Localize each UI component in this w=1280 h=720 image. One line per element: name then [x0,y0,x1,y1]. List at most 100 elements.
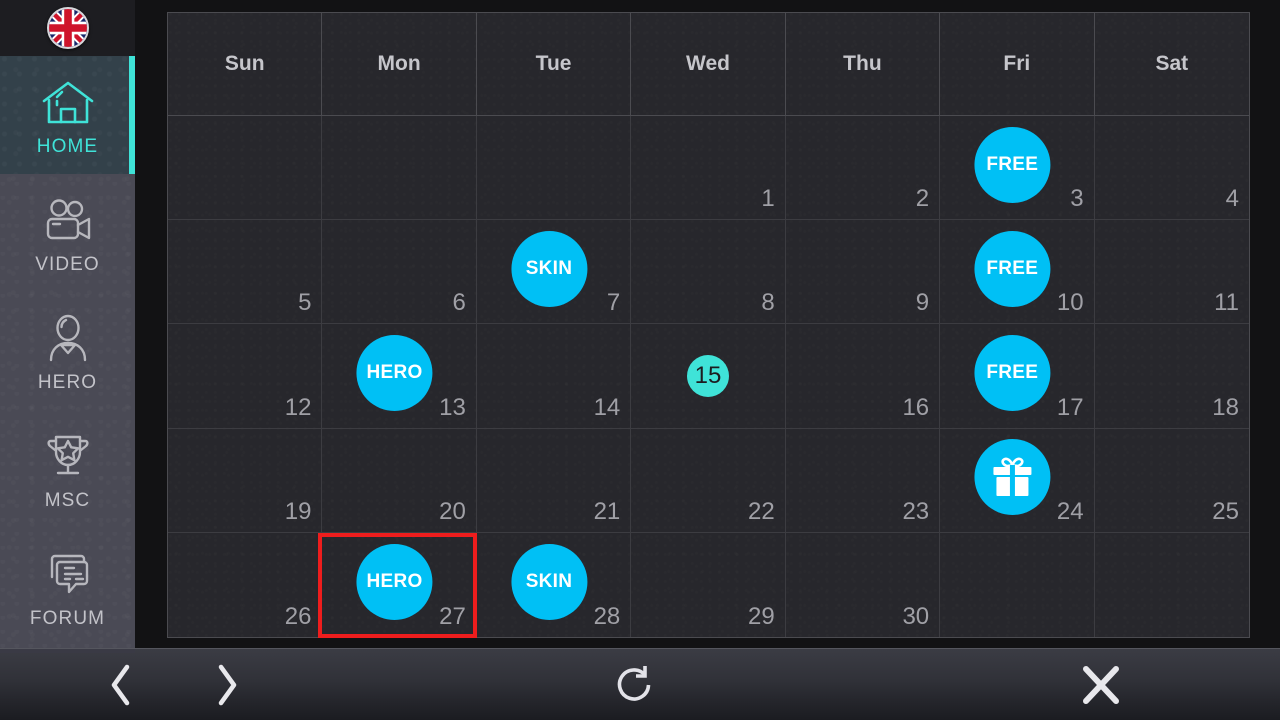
chevron-left-icon [104,662,138,708]
day-of-week-header: Mon [322,13,477,116]
trophy-icon [40,426,96,488]
sidebar-item-home[interactable]: HOME [0,56,135,174]
sidebar: HOME VIDEO HERO MSC FORUM [0,0,135,648]
calendar-day-cell[interactable]: HERO 27 [322,532,477,637]
sidebar-header [0,0,135,56]
sidebar-item-label: MSC [44,490,91,511]
calendar-day-cell[interactable]: 29 [631,532,786,637]
calendar-day-cell[interactable]: 11 [1094,220,1249,325]
sidebar-item-label: VIDEO [35,254,100,275]
home-icon [40,72,96,134]
calendar-day-cell[interactable]: 21 [476,428,632,533]
day-of-week-header: Tue [476,13,632,116]
day-number: 17 [1056,393,1084,421]
refresh-button[interactable] [605,649,667,720]
calendar-day-cell[interactable]: 20 [322,428,477,533]
calendar-day-cell[interactable]: 1 [631,116,786,221]
video-camera-icon [40,190,96,252]
day-number: 6 [452,289,466,317]
sidebar-item-msc[interactable]: MSC [0,410,135,528]
calendar-day-cell[interactable]: 22 [631,428,786,533]
day-number: 8 [761,289,775,317]
calendar-day-cell[interactable] [940,532,1095,637]
calendar-day-cell[interactable]: 26 [168,532,323,637]
calendar-day-cell[interactable]: FREE 3 [940,116,1095,221]
bottom-toolbar [0,648,1280,720]
app-root: HOME VIDEO HERO MSC FORUM Sun Mon Tue We… [0,0,1280,720]
day-number: 29 [748,602,775,630]
day-number: 1 [761,185,775,213]
calendar-day-cell[interactable]: 30 [786,532,941,637]
calendar-day-cell[interactable]: 14 [476,324,632,429]
sidebar-item-video[interactable]: VIDEO [0,174,135,292]
united-kingdom-flag-icon[interactable] [46,7,89,49]
calendar-day-cell[interactable]: 25 [1094,429,1249,533]
day-number: 20 [439,497,466,525]
calendar-day-cell[interactable]: 9 [785,220,941,325]
sidebar-item-hero[interactable]: HERO [0,292,135,410]
calendar-day-cell[interactable] [322,116,477,221]
calendar-day-cell[interactable] [1095,533,1249,637]
calendar-day-cell[interactable]: 24 [940,428,1095,533]
calendar-day-cell[interactable] [476,116,632,221]
active-indicator [129,56,135,174]
calendar-day-cell[interactable]: 15 [631,324,786,429]
day-number: 18 [1212,393,1239,421]
day-of-week-header: Thu [785,13,941,116]
calendar-day-cell[interactable]: 16 [785,324,941,429]
forward-button[interactable] [196,649,258,720]
day-of-week-header: Fri [940,13,1095,116]
day-number: 19 [284,497,312,525]
calendar-day-cell[interactable]: 19 [168,428,323,533]
calendar-day-cell[interactable]: 8 [631,220,786,325]
calendar-day-cell[interactable]: 4 [1094,116,1249,221]
day-number: 7 [606,289,621,317]
day-reward-badge[interactable]: SKIN [511,230,588,307]
day-number: 12 [284,393,312,421]
calendar-day-cell[interactable]: SKIN 28 [477,532,632,637]
calendar-day-cell[interactable]: 5 [168,220,323,325]
day-number: 14 [593,393,621,421]
day-number: 21 [593,497,621,525]
sidebar-item-label: HOME [36,136,99,157]
day-number: 24 [1056,497,1084,525]
speech-bubbles-icon [40,544,96,606]
sidebar-item-forum[interactable]: FORUM [0,528,135,646]
day-number: 4 [1225,185,1239,213]
day-number: 26 [284,602,312,630]
day-reward-badge[interactable]: HERO [356,543,433,620]
back-button[interactable] [90,649,152,720]
day-reward-badge[interactable]: HERO [356,334,433,411]
day-number: 2 [915,185,930,213]
close-button[interactable] [1070,649,1132,720]
day-number: 27 [439,602,466,630]
day-reward-badge[interactable]: FREE [974,334,1051,411]
day-number: 16 [902,393,930,421]
day-reward-badge[interactable]: FREE [974,126,1051,203]
calendar-day-cell[interactable]: HERO 13 [322,324,477,429]
gift-icon[interactable] [974,439,1051,516]
calendar-day-cell[interactable]: SKIN 7 [476,220,632,325]
day-number: 30 [902,602,930,630]
day-number: 25 [1212,497,1239,525]
sidebar-item-label: FORUM [29,608,106,629]
chevron-right-icon [210,662,244,708]
sidebar-item-label: HERO [37,372,98,393]
today-marker: 15 [686,354,729,397]
calendar-day-cell[interactable]: FREE 17 [940,324,1095,429]
day-number: 22 [748,497,775,525]
day-number: 9 [915,289,930,317]
calendar-day-cell[interactable]: 23 [785,428,941,533]
calendar-day-cell[interactable]: 6 [322,220,477,325]
day-reward-badge[interactable]: FREE [974,230,1051,307]
day-number: 5 [298,289,312,317]
refresh-icon [614,662,658,708]
calendar-day-cell[interactable]: 18 [1094,324,1249,429]
calendar-day-cell[interactable]: 2 [785,116,941,221]
day-reward-badge[interactable]: SKIN [511,543,588,620]
close-icon [1078,662,1124,708]
calendar-day-cell[interactable] [168,116,323,221]
calendar-day-cell[interactable]: 12 [168,324,323,429]
person-icon [40,308,96,370]
calendar-day-cell[interactable]: FREE 10 [940,220,1095,325]
